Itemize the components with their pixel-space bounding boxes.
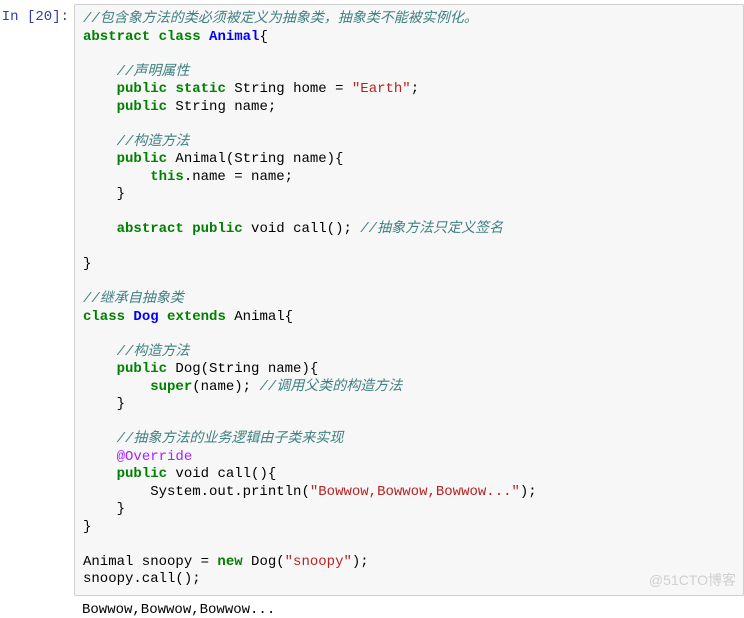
cell-output: Bowwow,Bowwow,Bowwow... bbox=[74, 596, 744, 618]
output-row: Bowwow,Bowwow,Bowwow... bbox=[0, 596, 744, 618]
watermark: @51CTO博客 bbox=[649, 570, 736, 590]
input-prompt: In [20]: bbox=[0, 4, 74, 30]
code-cell: In [20]: //包含象方法的类必须被定义为抽象类，抽象类不能被实例化。 a… bbox=[0, 4, 744, 596]
code-block: //包含象方法的类必须被定义为抽象类，抽象类不能被实例化。 abstract c… bbox=[83, 11, 735, 589]
code-input-area[interactable]: //包含象方法的类必须被定义为抽象类，抽象类不能被实例化。 abstract c… bbox=[74, 4, 744, 596]
output-prompt-spacer bbox=[0, 596, 74, 618]
comment: //包含象方法的类必须被定义为抽象类，抽象类不能被实例化。 bbox=[83, 11, 478, 27]
